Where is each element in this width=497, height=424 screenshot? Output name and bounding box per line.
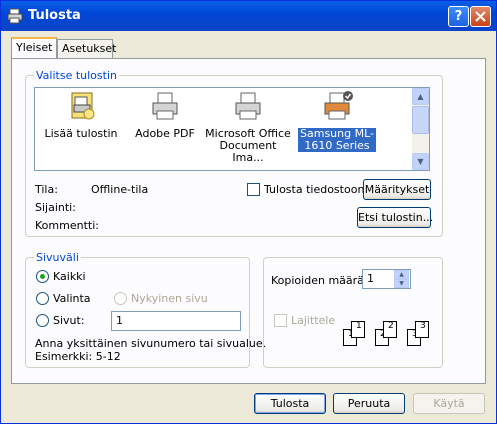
title-bar[interactable]: Tulosta ? [1, 1, 496, 31]
help-button[interactable]: ? [448, 6, 469, 27]
status-label: Tila: [35, 183, 58, 196]
window-title: Tulosta [28, 8, 81, 23]
print-dialog: Tulosta ? Yleiset Asetukset Valitse tulo… [0, 0, 497, 424]
radio-current-page-label[interactable]: Nykyinen sivu [131, 292, 208, 305]
cancel-button[interactable]: Peruuta [333, 393, 405, 414]
printer-label: Microsoft Office Document Ima... [205, 127, 291, 164]
add-printer-icon [71, 92, 95, 120]
printer-icon [152, 92, 178, 120]
printer-item-add[interactable]: Lisää tulostin [41, 90, 121, 140]
spin-down-button[interactable]: ▼ [394, 279, 409, 288]
scroll-thumb[interactable] [412, 106, 429, 134]
select-printer-legend: Valitse tulostin [34, 69, 119, 82]
print-to-file-checkbox[interactable] [247, 183, 260, 196]
printer-list[interactable]: Lisää tulostin Adobe PDF Microsoft Offic… [34, 87, 430, 171]
page-range-hint-1: Anna yksittäinen sivunumero tai sivualue… [35, 337, 267, 350]
spin-up-button[interactable]: ▲ [394, 270, 409, 279]
collate-page: 2 [383, 321, 397, 338]
status-value: Offline-tila [91, 183, 149, 196]
radio-all-label[interactable]: Kaikki [53, 270, 86, 283]
printer-icon [235, 92, 261, 120]
copies-count-value: 1 [367, 272, 374, 285]
copies-spinner[interactable]: ▲ ▼ [394, 270, 409, 288]
radio-all[interactable] [36, 270, 49, 283]
collate-label[interactable]: Lajittele [291, 314, 335, 327]
radio-selection-label[interactable]: Valinta [53, 292, 91, 305]
printer-item-adobe-pdf[interactable]: Adobe PDF [125, 90, 205, 140]
printer-label: Samsung ML-1610 Series [298, 127, 376, 152]
find-printer-button[interactable]: Etsi tulostin... [357, 207, 433, 228]
copies-count-input[interactable]: 1 ▲ ▼ [362, 269, 411, 289]
apply-button[interactable]: Käytä [413, 393, 485, 414]
print-to-file-label[interactable]: Tulosta tiedostoon [264, 183, 364, 196]
location-label: Sijainti: [35, 201, 76, 214]
copies-count-label: Kopioiden määrä: [271, 274, 368, 287]
radio-current-page[interactable] [114, 292, 127, 305]
radio-pages[interactable] [36, 314, 49, 327]
printer-label: Adobe PDF [135, 127, 195, 140]
default-printer-icon [324, 91, 353, 120]
tab-settings[interactable]: Asetukset [57, 39, 117, 58]
preferences-button[interactable]: Määritykset [363, 179, 431, 200]
close-icon [475, 11, 486, 22]
collate-page: 1 [351, 321, 365, 338]
scroll-up-button[interactable]: ▲ [412, 88, 429, 105]
page-range-hint-2: Esimerkki: 5-12 [35, 350, 121, 363]
scroll-down-button[interactable]: ▼ [412, 153, 429, 170]
printer-label: Lisää tulostin [44, 127, 118, 140]
comment-label: Kommentti: [35, 219, 99, 232]
print-button[interactable]: Tulosta [254, 393, 326, 414]
printer-list-scrollbar[interactable]: ▲ ▼ [412, 88, 429, 170]
pages-input[interactable]: 1 [111, 311, 241, 331]
printer-item-ms-office[interactable]: Microsoft Office Document Ima... [203, 90, 293, 164]
radio-selection[interactable] [36, 292, 49, 305]
close-button[interactable] [470, 6, 491, 27]
page-range-legend: Sivuväli [34, 251, 81, 264]
printer-item-samsung[interactable]: Samsung ML-1610 Series [297, 90, 377, 152]
radio-pages-label[interactable]: Sivut: [53, 314, 85, 327]
collate-checkbox[interactable] [274, 314, 287, 327]
tab-general[interactable]: Yleiset [11, 37, 57, 58]
collate-page: 3 [415, 321, 429, 338]
printer-app-icon [7, 8, 23, 24]
radio-selected-dot [40, 274, 45, 279]
